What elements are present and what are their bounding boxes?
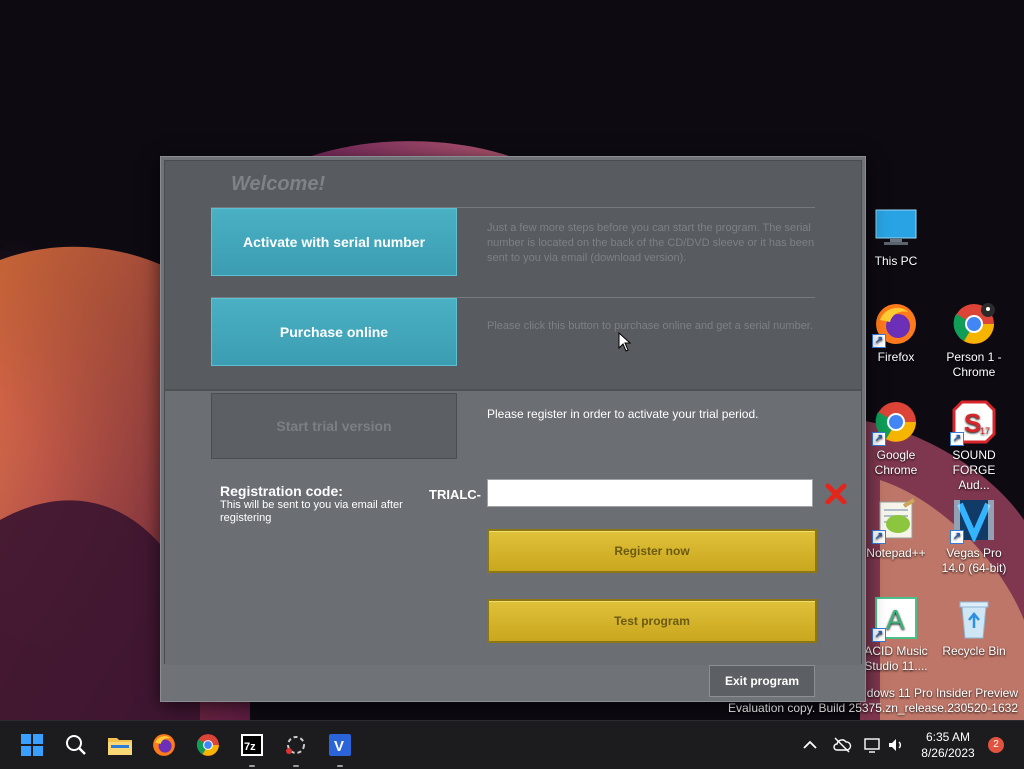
dialog-content: Welcome! Activate with serial number Jus… xyxy=(164,160,862,665)
taskbar: 7z V 6:35 AM 8/26/2023 2 xyxy=(0,720,1024,769)
trial-description: Please register in order to activate you… xyxy=(487,407,759,421)
acid-music-icon: A ↗ xyxy=(872,596,918,642)
monitor-icon xyxy=(874,206,918,250)
firefox-icon xyxy=(153,734,175,756)
folder-icon xyxy=(108,738,132,755)
notepadpp-icon: ↗ xyxy=(872,498,918,544)
search-icon xyxy=(66,735,86,755)
7zip-icon: 7z xyxy=(241,734,263,756)
desktop-icon-acid-music[interactable]: A ↗ ACID Music Studio 11.... xyxy=(860,596,932,674)
firefox-taskbar-button[interactable] xyxy=(148,729,180,761)
desktop-icon-label: Person 1 - Chrome xyxy=(946,350,1002,379)
system-clock[interactable]: 6:35 AM 8/26/2023 xyxy=(912,729,984,761)
chrome-profile-icon xyxy=(952,302,996,346)
start-trial-button[interactable]: Start trial version xyxy=(211,393,457,459)
purchase-description: Please click this button to purchase onl… xyxy=(487,320,813,332)
desktop-icon-google-chrome[interactable]: ↗ Google Chrome xyxy=(860,400,932,478)
welcome-heading: Welcome! xyxy=(231,173,326,195)
registration-code-input[interactable] xyxy=(487,479,813,507)
watermark-line-2: Evaluation copy. Build 25375.zn_release.… xyxy=(728,701,1018,715)
svg-text:S: S xyxy=(964,408,981,438)
clock-time: 6:35 AM xyxy=(925,730,971,744)
desktop-icon-vegas-pro[interactable]: ↗ Vegas Pro 14.0 (64-bit) xyxy=(938,498,1010,576)
desktop-icon-label: SOUND FORGE Aud... xyxy=(952,448,996,492)
app-taskbar-button[interactable] xyxy=(280,729,312,761)
start-button[interactable] xyxy=(16,729,48,761)
clock-date: 8/26/2023 xyxy=(921,746,975,760)
running-indicator xyxy=(337,765,343,767)
registration-code-label: Registration code: xyxy=(220,483,343,499)
activate-description: Just a few more steps before you can sta… xyxy=(487,222,815,264)
desktop-icon-label: Recycle Bin xyxy=(942,644,1006,658)
shortcut-arrow-icon: ↗ xyxy=(950,530,964,544)
trial-section: Start trial version Please register in o… xyxy=(165,389,861,665)
shortcut-arrow-icon: ↗ xyxy=(872,530,886,544)
svg-text:A: A xyxy=(886,604,905,635)
windows-logo-icon xyxy=(21,734,43,756)
search-button[interactable] xyxy=(60,729,92,761)
network-tool-icon xyxy=(286,736,305,754)
trial-code-prefix: TRIALC- xyxy=(429,487,481,502)
desktop-icon-label: This PC xyxy=(874,254,918,268)
running-indicator xyxy=(249,765,255,767)
shortcut-arrow-icon: ↗ xyxy=(872,334,886,348)
vegas-icon: V xyxy=(329,734,351,756)
vegas-taskbar-button[interactable]: V xyxy=(324,729,356,761)
registration-code-hint: This will be sent to you via email after… xyxy=(220,499,403,524)
activate-serial-button[interactable]: Activate with serial number xyxy=(211,208,457,276)
desktop-icon-label: ACID Music Studio 11.... xyxy=(864,644,928,673)
svg-text:V: V xyxy=(334,738,344,755)
mouse-cursor-icon xyxy=(618,332,632,352)
network-icon[interactable] xyxy=(862,735,882,755)
running-indicator xyxy=(293,765,299,767)
clear-x-icon[interactable] xyxy=(825,483,847,505)
chrome-icon xyxy=(196,734,219,756)
svg-text:7z: 7z xyxy=(244,741,256,753)
shortcut-arrow-icon: ↗ xyxy=(872,628,886,642)
7zip-taskbar-button[interactable]: 7z xyxy=(236,729,268,761)
desktop-icon-label: Vegas Pro 14.0 (64-bit) xyxy=(941,546,1007,575)
sound-forge-icon: S 17 ↗ xyxy=(950,400,996,446)
chevron-up-icon[interactable] xyxy=(800,735,820,755)
desktop-icon-label: Notepad++ xyxy=(866,546,926,560)
activation-dialog: Welcome! Activate with serial number Jus… xyxy=(160,156,866,702)
purchase-online-button[interactable]: Purchase online xyxy=(211,298,457,366)
desktop-icon-label: Firefox xyxy=(877,350,915,364)
chrome-taskbar-button[interactable] xyxy=(192,729,224,761)
volume-icon[interactable] xyxy=(886,735,906,755)
shortcut-arrow-icon: ↗ xyxy=(872,432,886,446)
exit-program-button[interactable]: Exit program xyxy=(709,665,815,697)
file-explorer-button[interactable] xyxy=(104,729,136,761)
desktop-icon-label: Google Chrome xyxy=(874,448,918,477)
chrome-icon: ↗ xyxy=(872,400,918,446)
firefox-icon: ↗ xyxy=(872,302,918,348)
register-now-button[interactable]: Register now xyxy=(487,529,817,573)
desktop-icon-firefox[interactable]: ↗ Firefox xyxy=(860,302,932,365)
test-program-button[interactable]: Test program xyxy=(487,599,817,643)
desktop-icon-notepadpp[interactable]: ↗ Notepad++ xyxy=(860,498,932,561)
desktop-icon-sound-forge[interactable]: S 17 ↗ SOUND FORGE Aud... xyxy=(938,400,1010,493)
desktop-icon-recycle-bin[interactable]: Recycle Bin xyxy=(938,596,1010,659)
recycle-bin-icon xyxy=(952,596,996,640)
vegas-pro-icon: ↗ xyxy=(950,498,996,544)
shortcut-arrow-icon: ↗ xyxy=(950,432,964,446)
desktop-icon-person1-chrome[interactable]: Person 1 - Chrome xyxy=(938,302,1010,380)
cloud-offline-icon[interactable] xyxy=(832,735,852,755)
notification-badge[interactable]: 2 xyxy=(988,737,1004,753)
svg-text:17: 17 xyxy=(980,426,990,436)
desktop-icon-this-pc[interactable]: This PC xyxy=(860,206,932,269)
